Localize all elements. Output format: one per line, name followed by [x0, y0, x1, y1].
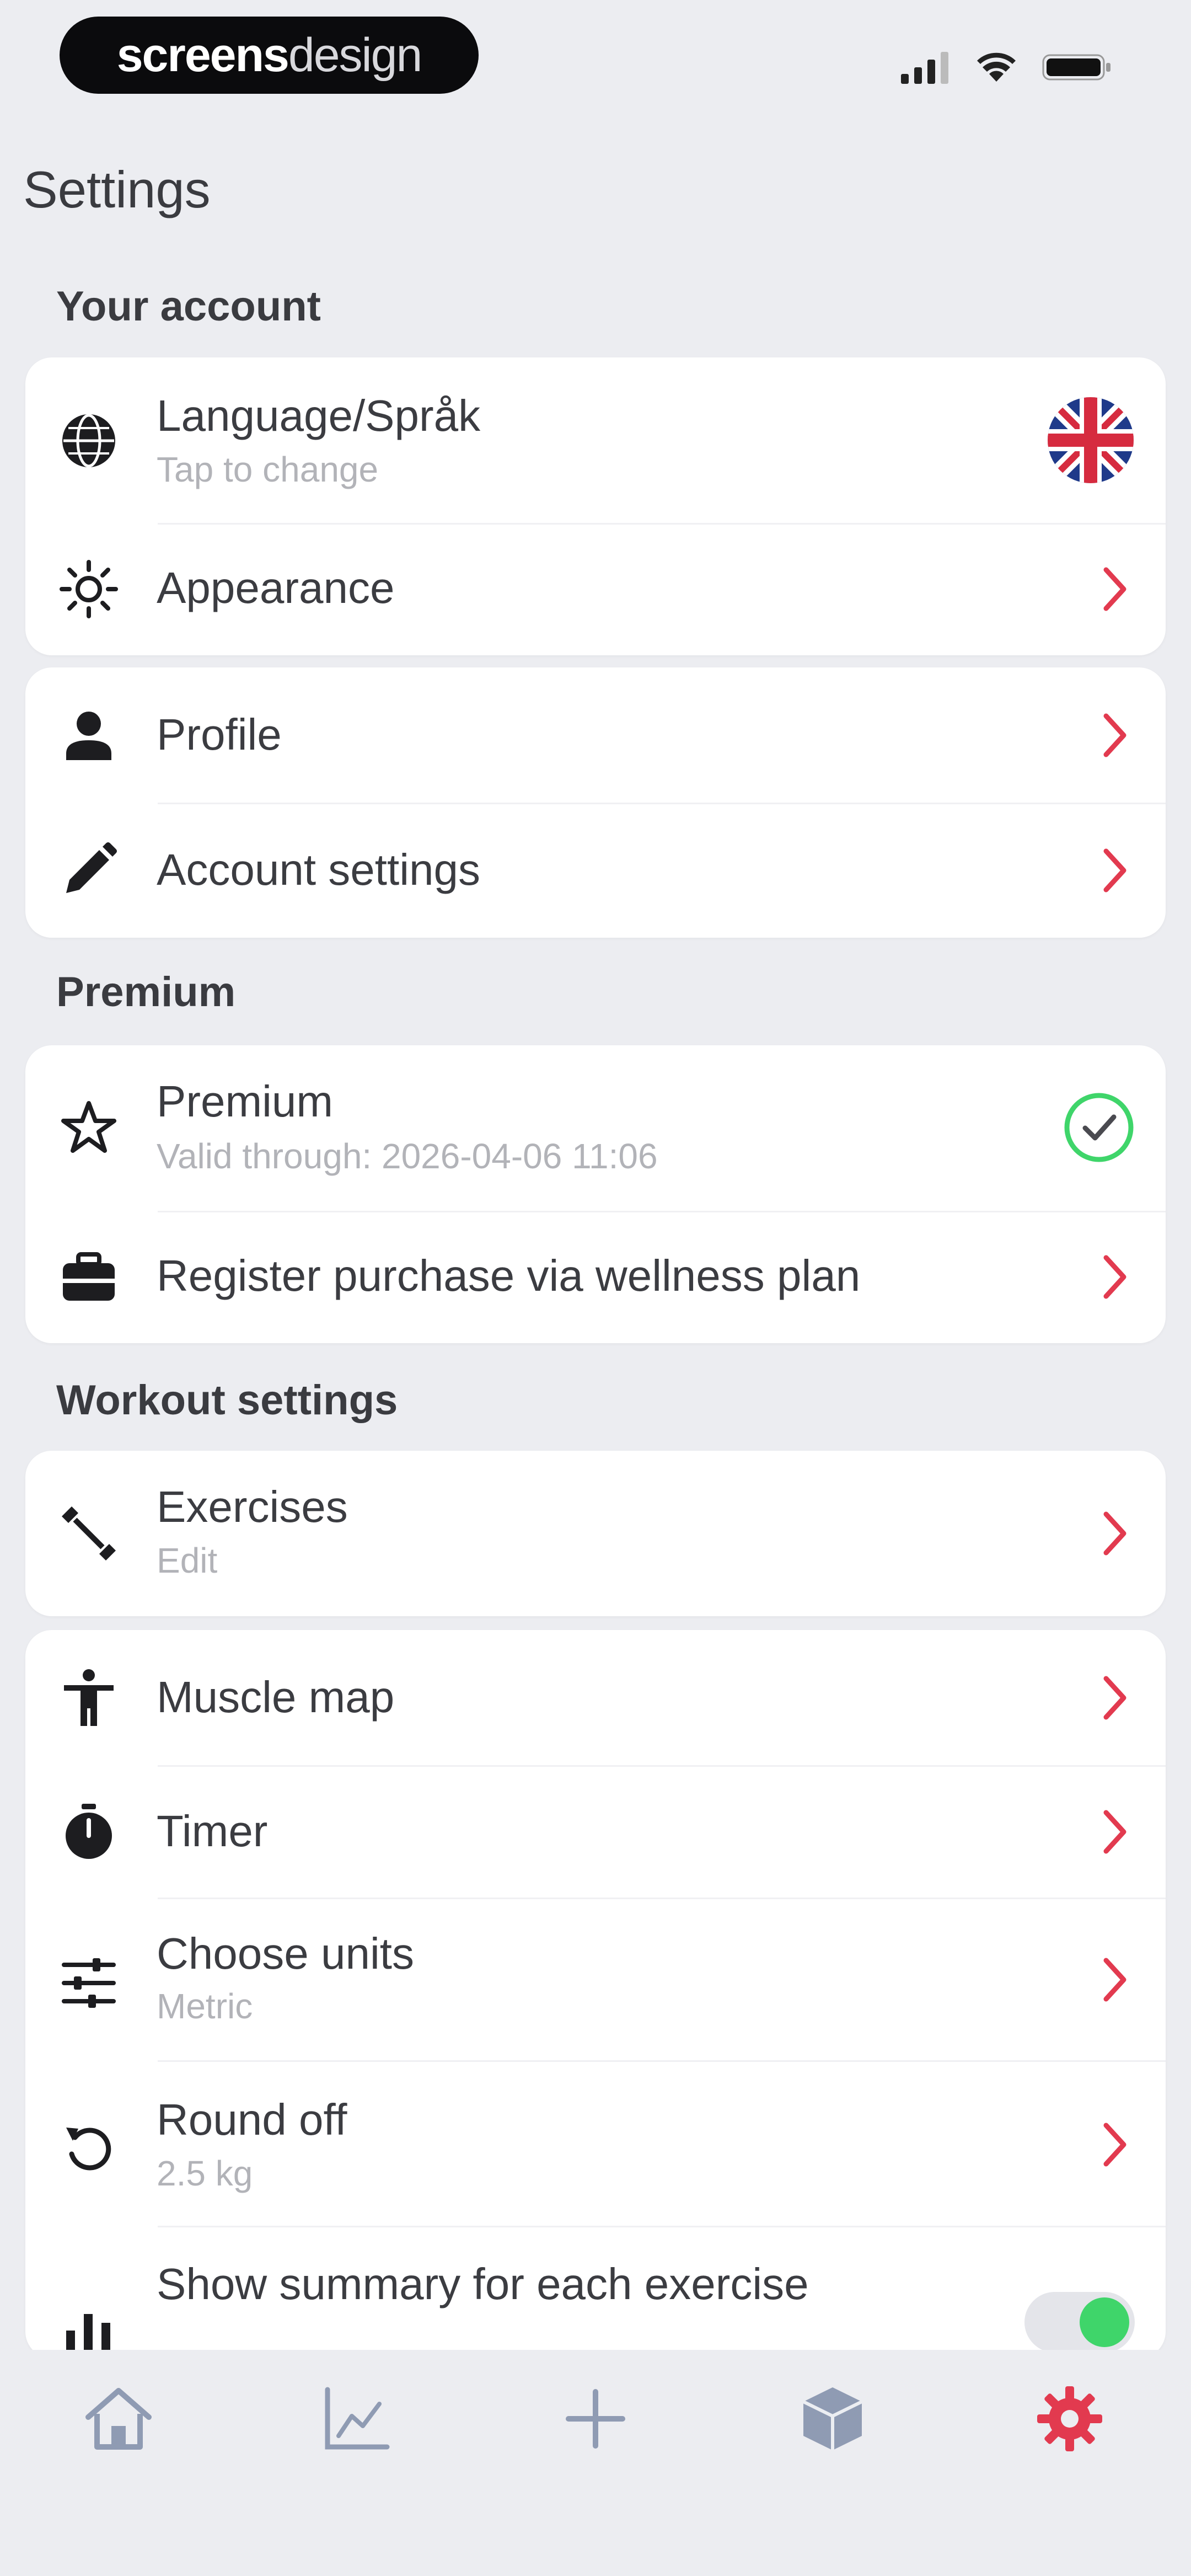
rotate-icon	[58, 2115, 119, 2176]
tab-settings[interactable]	[1028, 2377, 1111, 2460]
section-title-workout-settings: Workout settings	[56, 1377, 398, 1424]
uk-flag-icon	[1047, 396, 1135, 484]
cube-icon	[802, 2387, 863, 2450]
exercises-row[interactable]: Exercises Edit	[25, 1451, 1166, 1616]
timer-row[interactable]: Timer	[25, 1765, 1166, 1898]
brand-logo-light: design	[288, 28, 422, 82]
card-exercises: Exercises Edit	[25, 1451, 1166, 1616]
round-off-title: Round off	[157, 2095, 347, 2144]
show-summary-toggle[interactable]	[1024, 2292, 1135, 2353]
body-icon	[58, 1669, 119, 1729]
home-icon	[85, 2388, 152, 2450]
star-icon	[58, 1098, 119, 1158]
language-title: Language/Språk	[157, 391, 481, 440]
stopwatch-icon	[58, 1802, 119, 1862]
chart-icon	[325, 2387, 390, 2450]
briefcase-icon	[58, 1247, 119, 1307]
card-workout-options: Muscle map Timer Choose units Metric Rou…	[25, 1630, 1166, 2358]
card-premium: Premium Valid through: 2026-04-06 11:06 …	[25, 1045, 1166, 1343]
chevron-right-icon	[1103, 567, 1126, 611]
choose-units-row[interactable]: Choose units Metric	[25, 1898, 1166, 2060]
round-off-subtitle: 2.5 kg	[157, 2153, 253, 2193]
chevron-right-icon	[1103, 1810, 1126, 1854]
wellness-plan-title: Register purchase via wellness plan	[157, 1251, 861, 1300]
tab-home[interactable]	[77, 2377, 160, 2460]
account-settings-title: Account settings	[157, 845, 480, 894]
status-bar: screens design	[0, 0, 1191, 121]
chevron-right-icon	[1103, 1958, 1126, 2002]
card-language-appearance: Language/Språk Tap to change Appearance	[25, 357, 1166, 655]
exercises-title: Exercises	[157, 1482, 348, 1531]
premium-row[interactable]: Premium Valid through: 2026-04-06 11:06	[25, 1045, 1166, 1211]
sun-icon	[58, 559, 119, 619]
tab-workouts[interactable]	[791, 2377, 874, 2460]
brand-logo: screens design	[60, 17, 479, 94]
gear-icon	[1037, 2386, 1102, 2451]
wellness-plan-row[interactable]: Register purchase via wellness plan	[25, 1211, 1166, 1343]
brand-logo-bold: screens	[116, 28, 289, 82]
chevron-right-icon	[1103, 1511, 1126, 1556]
chevron-right-icon	[1103, 1676, 1126, 1720]
timer-title: Timer	[157, 1807, 268, 1856]
globe-icon	[58, 410, 119, 471]
chevron-right-icon	[1103, 2123, 1126, 2167]
round-off-row[interactable]: Round off 2.5 kg	[25, 2060, 1166, 2226]
pencil-icon	[58, 840, 119, 901]
premium-title: Premium	[157, 1077, 334, 1126]
page-title: Settings	[23, 161, 211, 218]
section-title-your-account: Your account	[56, 283, 321, 330]
plus-icon	[566, 2389, 625, 2449]
person-icon	[58, 705, 119, 766]
section-title-premium: Premium	[56, 969, 236, 1016]
premium-valid-through: Valid through: 2026-04-06 11:06	[157, 1136, 658, 1176]
wifi-icon	[977, 52, 1016, 82]
tab-statistics[interactable]	[314, 2377, 397, 2460]
appearance-row[interactable]: Appearance	[25, 523, 1166, 655]
bar-chart-icon	[58, 2297, 119, 2358]
tab-bar	[0, 2350, 1191, 2576]
chevron-right-icon	[1103, 1255, 1126, 1299]
card-profile-account: Profile Account settings	[25, 667, 1166, 938]
appearance-title: Appearance	[157, 563, 395, 612]
language-row[interactable]: Language/Språk Tap to change	[25, 357, 1166, 523]
chevron-right-icon	[1103, 713, 1126, 757]
show-summary-row[interactable]: Show summary for each exercise	[25, 2226, 1166, 2358]
check-circle-icon	[1064, 1093, 1134, 1162]
tab-add[interactable]	[554, 2377, 637, 2460]
exercises-subtitle: Edit	[157, 1541, 218, 1580]
show-summary-title: Show summary for each exercise	[157, 2259, 809, 2308]
profile-row[interactable]: Profile	[25, 667, 1166, 803]
sliders-icon	[58, 1953, 119, 2013]
choose-units-title: Choose units	[157, 1929, 414, 1978]
account-settings-row[interactable]: Account settings	[25, 803, 1166, 938]
battery-icon	[1042, 54, 1110, 81]
cellular-signal-icon	[901, 52, 948, 84]
language-subtitle: Tap to change	[157, 450, 379, 489]
muscle-map-title: Muscle map	[157, 1672, 395, 1722]
choose-units-subtitle: Metric	[157, 1986, 253, 2026]
dumbbell-icon	[58, 1503, 119, 1564]
chevron-right-icon	[1103, 848, 1126, 892]
muscle-map-row[interactable]: Muscle map	[25, 1630, 1166, 1765]
profile-title: Profile	[157, 710, 282, 759]
